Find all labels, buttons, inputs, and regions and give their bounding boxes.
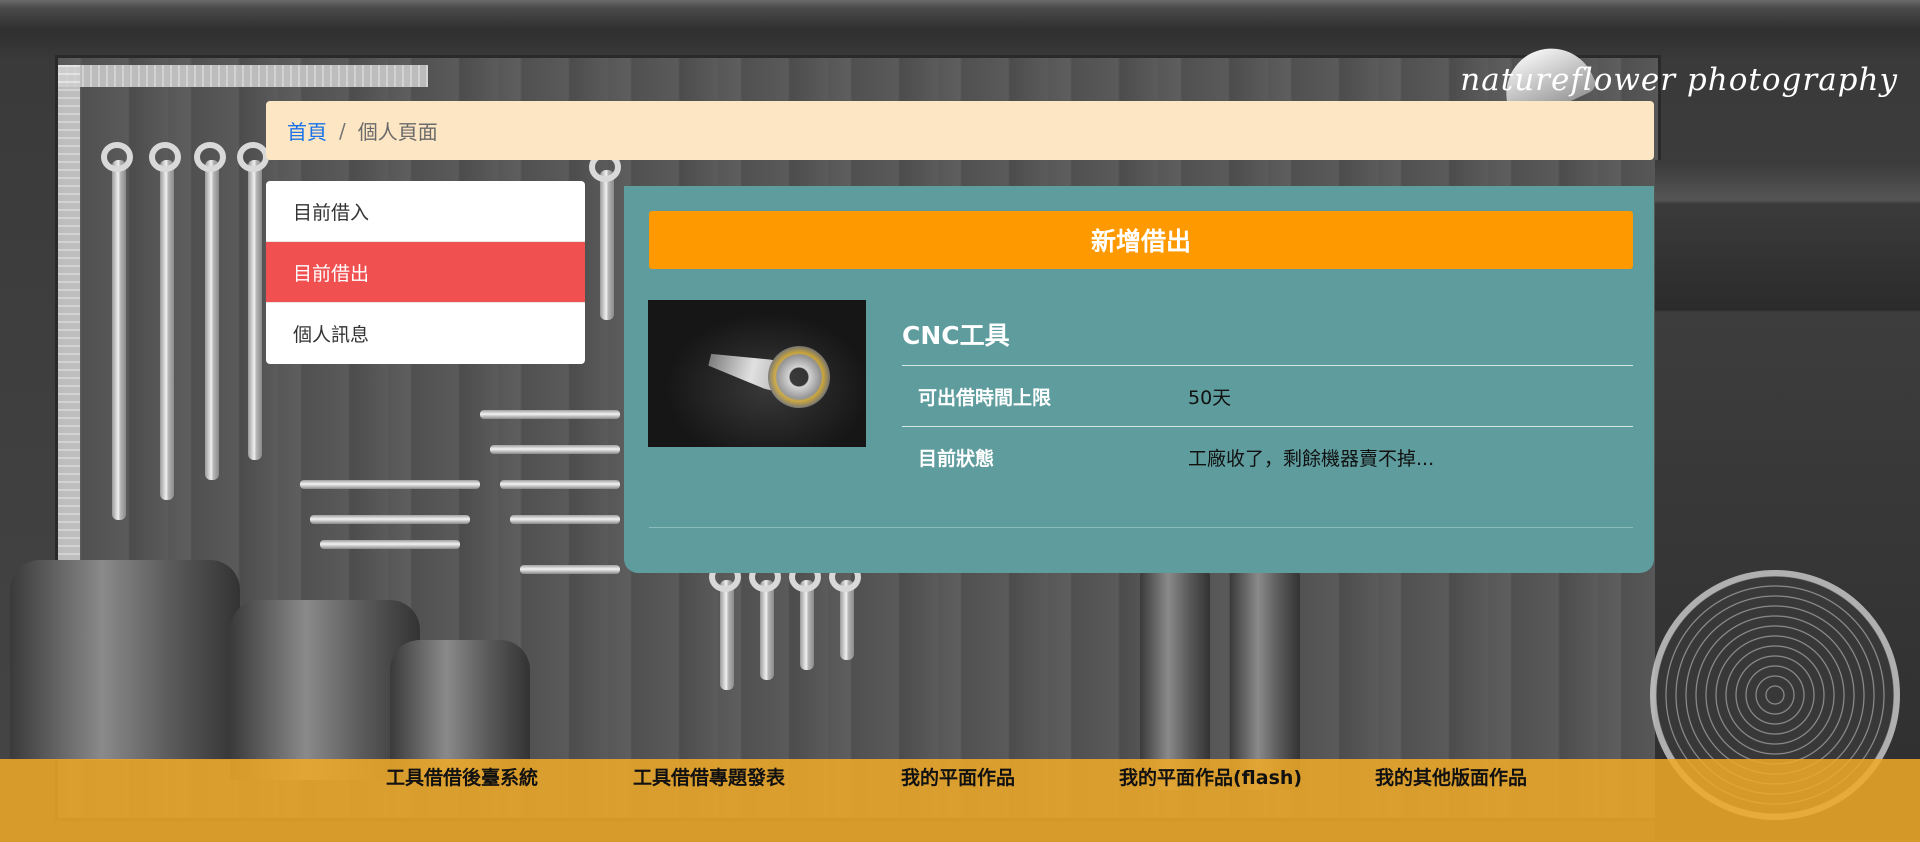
photo-watermark: natureflower photography (1460, 62, 1898, 98)
info-key: 目前狀態 (902, 426, 1188, 487)
table-row: 目前狀態 工廠收了，剩餘機器賣不掉... (902, 426, 1633, 487)
footer-link-presentation[interactable]: 工具借借專題發表 (633, 763, 785, 790)
wrench-image (500, 480, 620, 489)
shears-image (1140, 570, 1210, 790)
thumbnail-highlight (648, 300, 866, 447)
shears-image (1230, 570, 1300, 790)
info-value: 工廠收了，剩餘機器賣不掉... (1188, 426, 1633, 487)
wrench-image (789, 562, 821, 670)
wrench-image (480, 410, 620, 419)
sidenav-item-label: 個人訊息 (293, 324, 370, 346)
wrench-image (101, 142, 133, 520)
wrench-image (490, 445, 620, 454)
wrench-image (310, 515, 470, 524)
breadcrumb-separator: / (339, 118, 346, 143)
square-ruler-vertical (58, 65, 80, 625)
wrench-image (194, 142, 226, 480)
wrench-image (829, 562, 861, 660)
footer: 工具借借後臺系統 工具借借專題發表 我的平面作品 我的平面作品(flash) 我… (0, 759, 1920, 842)
add-lend-button[interactable]: 新增借出 (649, 211, 1633, 269)
lent-items-panel: 新增借出 CNC工具 可出借時間上限 50天 目前狀態 工廠收了，剩餘機器賣不掉… (624, 186, 1654, 573)
side-navigation: 目前借入 目前借出 個人訊息 (266, 181, 585, 364)
breadcrumb-current: 個人頁面 (357, 120, 438, 144)
tool-name: CNC工具 (902, 321, 1010, 350)
wrench-image (300, 480, 480, 489)
footer-link-other-works[interactable]: 我的其他版面作品 (1375, 763, 1527, 790)
info-value: 50天 (1188, 365, 1633, 427)
wrench-image (749, 562, 781, 680)
wrench-image (237, 142, 269, 460)
sidenav-item-label: 目前借出 (293, 262, 370, 285)
wrench-image (510, 515, 620, 524)
square-ruler-horizontal (58, 65, 428, 87)
wrench-image (149, 142, 181, 500)
footer-nav: 工具借借後臺系統 工具借借專題發表 我的平面作品 我的平面作品(flash) 我… (0, 759, 1920, 793)
footer-link-backend[interactable]: 工具借借後臺系統 (386, 763, 538, 790)
breadcrumb: 首頁 / 個人頁面 (266, 101, 1654, 160)
oil-can-image (10, 560, 240, 760)
info-key: 可出借時間上限 (902, 365, 1188, 427)
sidenav-item-lent[interactable]: 目前借出 (266, 242, 585, 303)
wrench-image (709, 562, 741, 690)
wrench-image (589, 152, 621, 320)
table-row: 可出借時間上限 50天 (902, 365, 1633, 427)
sidenav-item-borrowed[interactable]: 目前借入 (266, 181, 585, 242)
sidenav-item-label: 目前借入 (293, 201, 370, 224)
footer-link-graphic-works[interactable]: 我的平面作品 (901, 763, 1015, 790)
sidenav-item-profile[interactable]: 個人訊息 (266, 303, 585, 364)
wrench-image (320, 540, 460, 549)
wrench-image (520, 565, 620, 574)
panel-divider (649, 527, 1633, 528)
tool-thumbnail[interactable] (648, 300, 866, 447)
footer-link-flash-works[interactable]: 我的平面作品(flash) (1119, 763, 1302, 790)
breadcrumb-home-link[interactable]: 首頁 (287, 116, 327, 145)
tool-info-table: 可出借時間上限 50天 目前狀態 工廠收了，剩餘機器賣不掉... (902, 365, 1633, 487)
